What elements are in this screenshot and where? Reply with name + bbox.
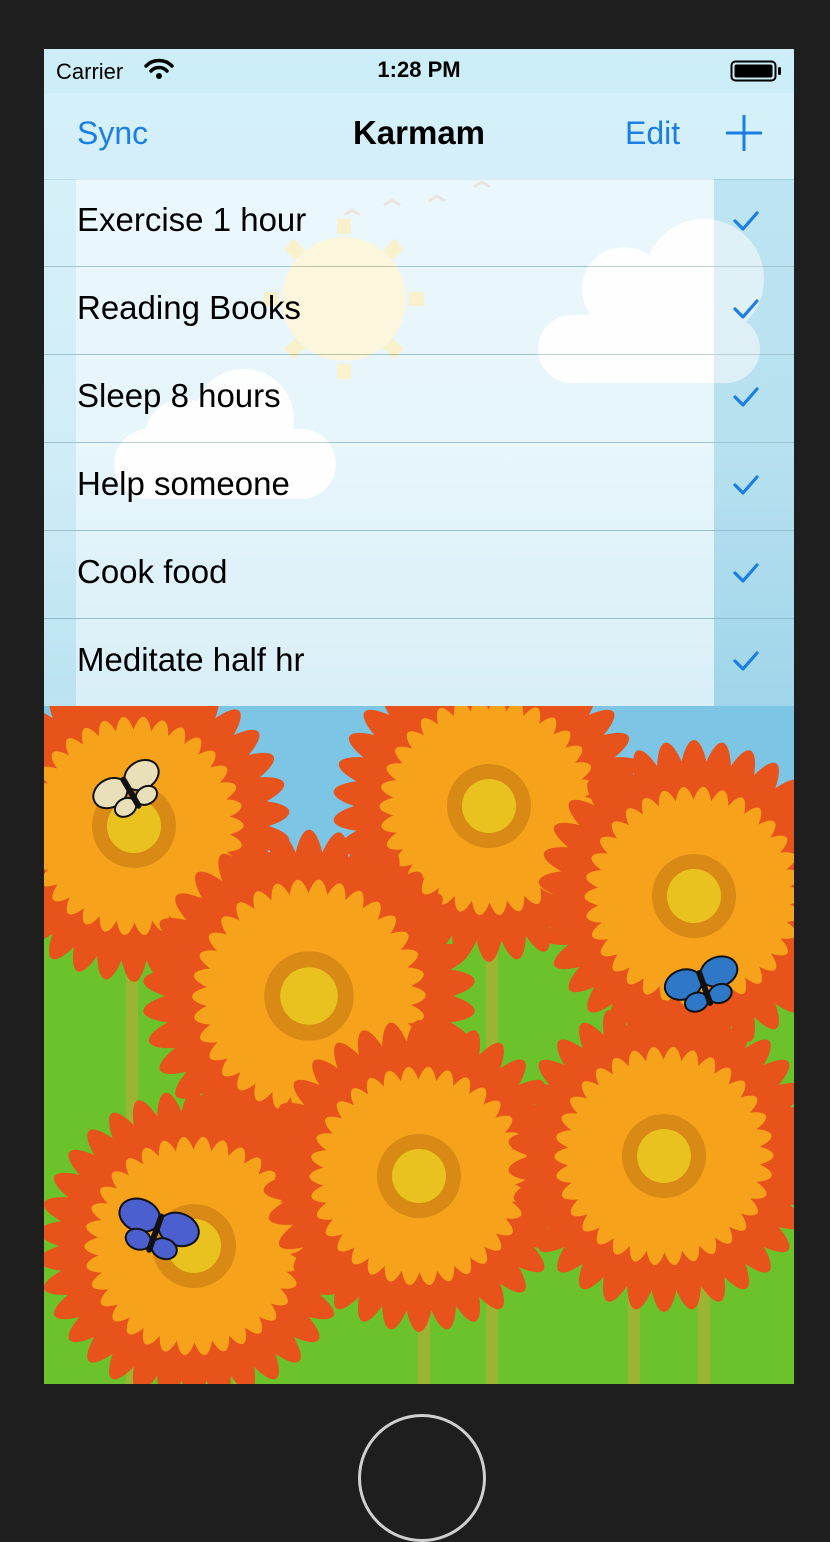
task-label: Reading Books	[77, 289, 301, 326]
task-label: Meditate half hr	[77, 641, 305, 678]
task-row[interactable]: Help someone	[44, 443, 794, 531]
checkmark-icon	[733, 563, 759, 583]
row-inset	[44, 355, 76, 442]
row-inset	[44, 267, 76, 354]
task-label: Sleep 8 hours	[77, 377, 281, 414]
checkmark-icon	[733, 211, 759, 231]
checkmark-icon	[733, 387, 759, 407]
checkmark-icon	[733, 651, 759, 671]
row-inset	[44, 619, 76, 706]
edit-button[interactable]: Edit	[625, 115, 680, 152]
flower-background	[44, 706, 794, 1384]
task-label: Cook food	[77, 553, 228, 590]
sync-button[interactable]: Sync	[77, 115, 148, 152]
page-title: Karmam	[352, 114, 486, 151]
task-row[interactable]: Reading Books	[44, 267, 794, 355]
task-label: Help someone	[77, 465, 290, 502]
navigation-bar: Sync Karmam Edit	[44, 93, 794, 180]
task-row[interactable]: Exercise 1 hour	[44, 179, 794, 267]
row-inset	[44, 531, 76, 618]
task-label: Exercise 1 hour	[77, 201, 307, 238]
row-inset	[44, 443, 76, 530]
task-table: Exercise 1 hour Reading Books Sleep 8 hour…	[44, 179, 794, 707]
row-inset	[44, 179, 76, 266]
battery-icon	[730, 60, 781, 82]
checkmark-icon	[733, 475, 759, 495]
status-bar: Carrier 1:28 PM	[44, 49, 794, 93]
phone-screen: Carrier 1:28 PM Sync Karmam Edit Exercis…	[44, 49, 794, 1384]
status-time: 1:28 PM	[377, 57, 461, 82]
task-row[interactable]: Sleep 8 hours	[44, 355, 794, 443]
checkmark-icon	[733, 299, 759, 319]
task-row[interactable]: Cook food	[44, 531, 794, 619]
task-row[interactable]: Meditate half hr	[44, 619, 794, 707]
home-button[interactable]	[358, 1414, 486, 1542]
plus-icon[interactable]	[724, 113, 764, 153]
